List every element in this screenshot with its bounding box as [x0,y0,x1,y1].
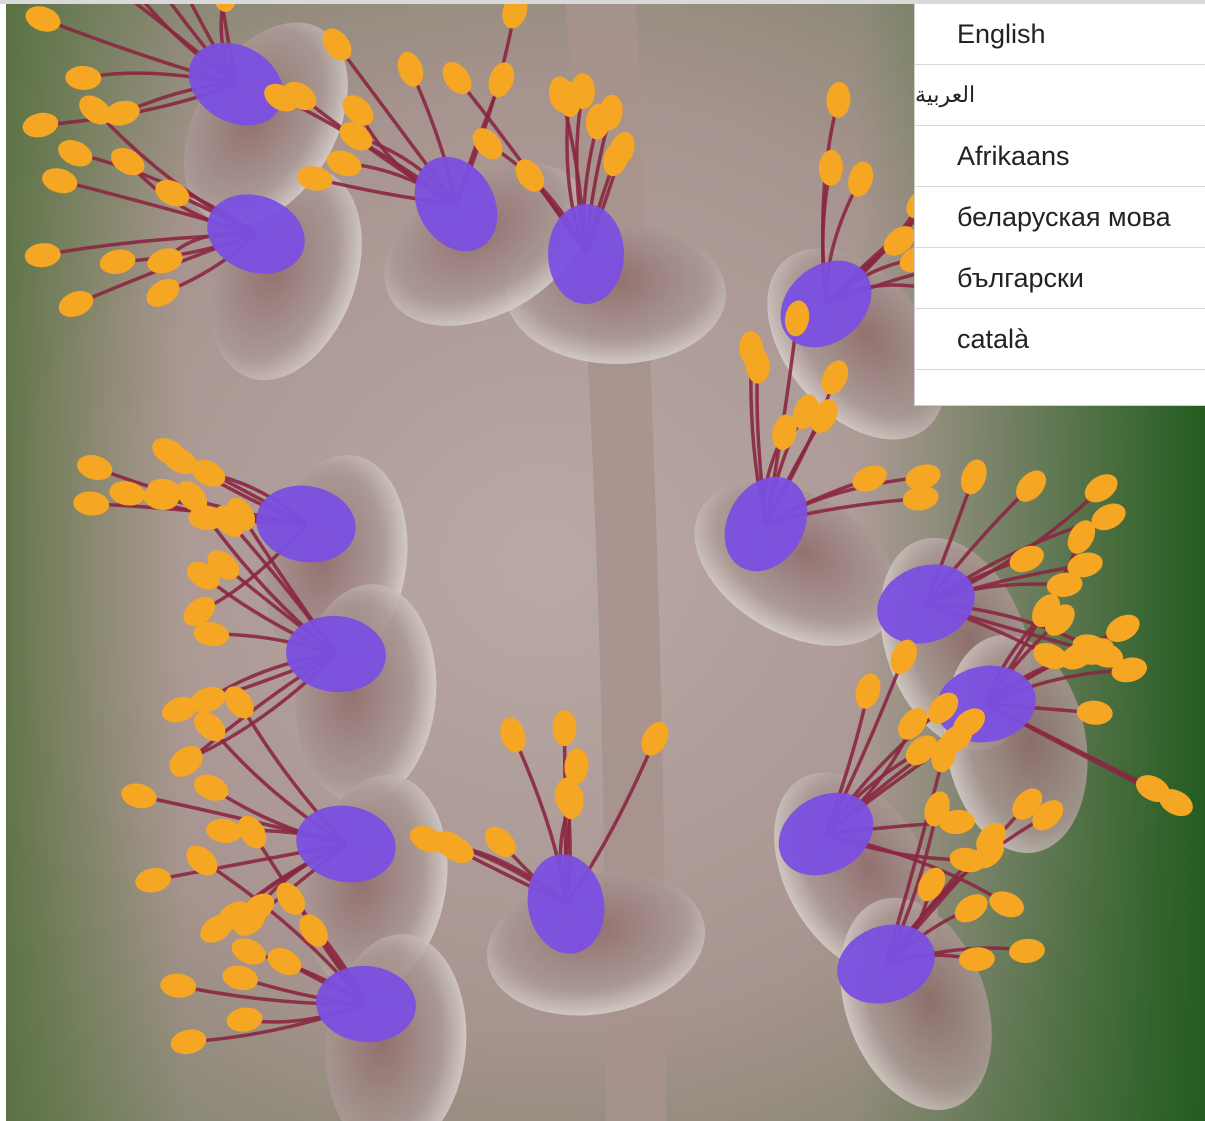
page: English العربية Afrikaans беларуская мов… [0,0,1205,1121]
language-option-arabic[interactable]: العربية [915,65,1205,126]
language-menu[interactable]: English العربية Afrikaans беларуская мов… [914,4,1205,406]
language-option-belarusian[interactable]: беларуская мова [915,187,1205,248]
language-option-catalan[interactable]: català [915,309,1205,370]
language-option-bulgarian[interactable]: български [915,248,1205,309]
language-option-chinese-simplified[interactable]: 中文（简体） [915,370,1205,406]
language-option-afrikaans[interactable]: Afrikaans [915,126,1205,187]
language-option-english[interactable]: English [915,4,1205,65]
